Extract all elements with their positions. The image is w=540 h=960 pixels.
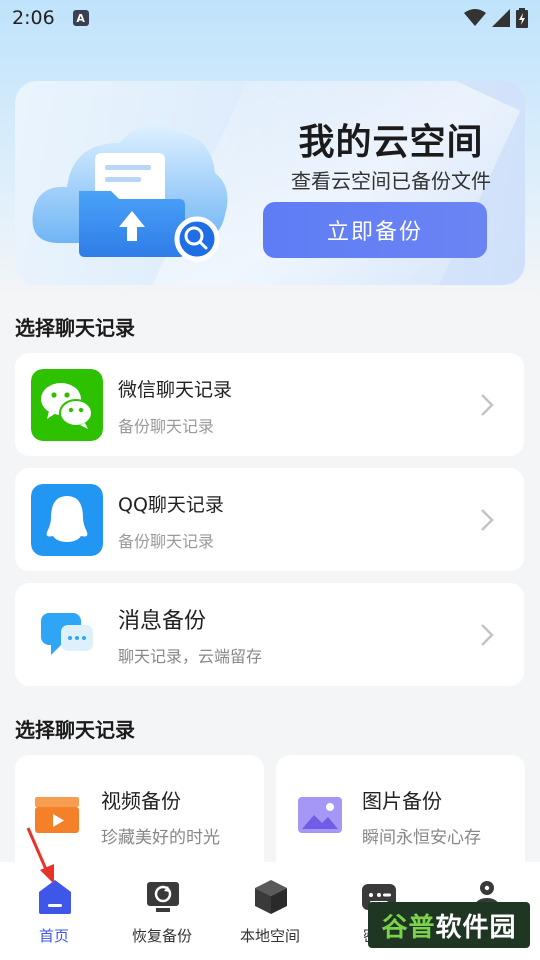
section-title-media: 选择聊天记录	[15, 718, 135, 742]
image-icon	[298, 797, 342, 833]
wechat-backup-card[interactable]: 微信聊天记录 备份聊天记录	[15, 353, 524, 456]
backup-now-button[interactable]: 立即备份	[263, 202, 487, 258]
video-card-subtitle: 珍藏美好的时光	[101, 828, 220, 848]
annotation-arrow-icon	[26, 827, 54, 884]
section-title-chat: 选择聊天记录	[15, 316, 135, 340]
wechat-icon	[31, 369, 103, 441]
status-bar: 2:06 A	[0, 0, 540, 36]
image-card-title: 图片备份	[362, 789, 442, 813]
box-icon	[255, 880, 287, 914]
qq-icon	[31, 484, 103, 556]
image-backup-card[interactable]: 图片备份 瞬间永恒安心存	[276, 755, 525, 865]
wifi-icon	[464, 9, 486, 26]
banner-subtitle: 查看云空间已备份文件	[291, 169, 491, 193]
watermark-text-1: 谷普	[381, 912, 436, 943]
cloud-space-banner[interactable]: 我的云空间 查看云空间已备份文件 立即备份	[15, 81, 525, 285]
battery-icon	[516, 8, 528, 28]
qq-backup-card[interactable]: QQ聊天记录 备份聊天记录	[15, 468, 524, 571]
message-card-title: 消息备份	[118, 609, 207, 634]
nav-home-label: 首页	[38, 927, 69, 945]
banner-title: 我的云空间	[298, 122, 484, 163]
status-time: 2:06	[12, 7, 55, 29]
chevron-right-icon	[481, 509, 494, 531]
wechat-card-title: 微信聊天记录	[118, 379, 233, 401]
signal-icon	[492, 9, 510, 27]
watermark-text-2: 软件园	[435, 912, 517, 943]
message-icon	[41, 613, 93, 655]
video-card-title: 视频备份	[101, 789, 181, 813]
nav-local-space-label: 本地空间	[239, 927, 300, 945]
cloud-folder-icon	[32, 124, 228, 262]
status-icons	[464, 8, 528, 28]
qq-card-title: QQ聊天记录	[118, 494, 224, 516]
chevron-right-icon	[481, 394, 494, 416]
wechat-card-subtitle: 备份聊天记录	[118, 417, 215, 436]
nav-restore-label: 恢复备份	[131, 927, 192, 945]
qq-card-subtitle: 备份聊天记录	[118, 532, 215, 551]
notification-icon: A	[72, 10, 89, 26]
watermark-logo: 谷普 软件园	[368, 902, 530, 948]
message-card-subtitle: 聊天记录，云端留存	[118, 647, 263, 666]
image-card-subtitle: 瞬间永恒安心存	[362, 828, 481, 848]
nav-local-space[interactable]: 本地空间	[216, 862, 324, 960]
chevron-right-icon	[481, 624, 494, 646]
message-backup-card[interactable]: 消息备份 聊天记录，云端留存	[15, 583, 524, 686]
restore-icon	[147, 882, 179, 912]
nav-restore[interactable]: 恢复备份	[108, 862, 216, 960]
